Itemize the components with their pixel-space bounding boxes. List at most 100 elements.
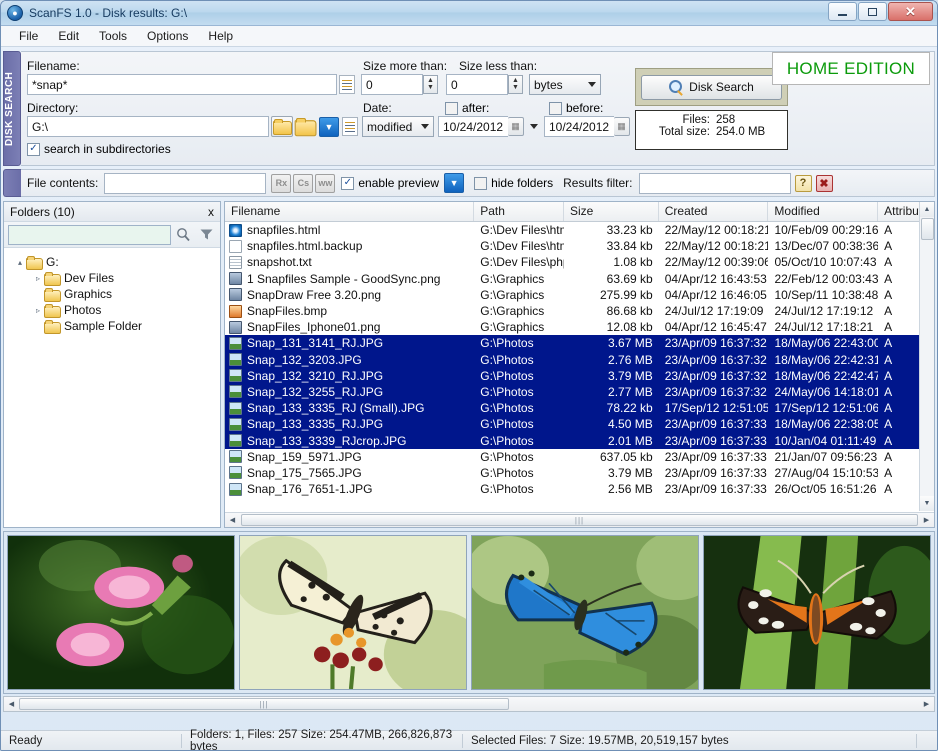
tree-node-photos[interactable]: ▹ Photos	[8, 302, 216, 318]
scroll-left-button[interactable]: ◀	[225, 513, 240, 527]
table-row[interactable]: Snap_132_3210_RJ.JPGG:\Photos3.79 MB23/A…	[225, 368, 934, 384]
table-row[interactable]: Snap_133_3335_RJ.JPGG:\Photos4.50 MB23/A…	[225, 416, 934, 432]
preview-thumbnail-1[interactable]	[7, 535, 235, 690]
contents-regex-button[interactable]: Rx	[271, 174, 291, 193]
preview-scroll-right-button[interactable]: ▶	[919, 697, 934, 711]
preview-thumbnail-4[interactable]	[703, 535, 931, 690]
after-date-calendar-icon[interactable]: ▦	[508, 117, 524, 136]
preview-options-button[interactable]: ▼	[444, 173, 464, 193]
contents-wholeword-button[interactable]: ww	[315, 174, 335, 193]
scroll-right-button[interactable]: ▶	[919, 513, 934, 527]
table-row[interactable]: SnapDraw Free 3.20.pngG:\Graphics275.99 …	[225, 287, 934, 303]
size-more-input[interactable]	[361, 74, 423, 95]
folders-filter-input[interactable]	[8, 225, 171, 245]
directory-history-icon[interactable]	[342, 117, 358, 136]
table-row[interactable]: 1 Snapfiles Sample - GoodSync.pngG:\Grap…	[225, 271, 934, 287]
horizontal-scroll-thumb[interactable]: |||	[241, 514, 918, 526]
directory-dropdown-button[interactable]: ▼	[319, 117, 339, 137]
preview-scroll-left-button[interactable]: ◀	[4, 697, 19, 711]
table-row[interactable]: Snap_176_7651-1.JPGG:\Photos2.56 MB23/Ap…	[225, 481, 934, 497]
column-header-modified[interactable]: Modified	[768, 202, 878, 221]
close-button[interactable]: ✕	[888, 2, 933, 21]
cell-modified: 27/Aug/04 15:10:53	[768, 466, 878, 480]
table-row[interactable]: SnapFiles.bmpG:\Graphics86.68 kb24/Jul/1…	[225, 303, 934, 319]
column-header-filename[interactable]: Filename	[225, 202, 474, 221]
tree-expander-icon[interactable]: ▴	[14, 258, 26, 267]
search-subdirectories-checkbox[interactable]: ✓ search in subdirectories	[27, 142, 171, 156]
menu-file[interactable]: File	[9, 27, 48, 45]
table-row[interactable]: Snap_132_3203.JPGG:\Photos2.76 MB23/Apr/…	[225, 352, 934, 368]
tree-expander-icon[interactable]: ▹	[32, 274, 44, 283]
magnifier-icon[interactable]	[174, 225, 194, 245]
filename-input[interactable]	[27, 74, 337, 95]
window-title: ScanFS 1.0 - Disk results: G:\	[29, 6, 187, 20]
results-horizontal-scrollbar[interactable]: ◀ ||| ▶	[225, 512, 934, 527]
directory-input[interactable]	[27, 116, 269, 137]
cell-created: 04/Apr/12 16:43:53	[659, 272, 769, 286]
menu-tools[interactable]: Tools	[89, 27, 137, 45]
after-checkbox[interactable]: ✓ after:	[445, 101, 549, 115]
open-folder-icon[interactable]	[295, 118, 316, 135]
filename-history-icon[interactable]	[339, 75, 355, 94]
before-date-input[interactable]	[544, 116, 614, 137]
browse-folder-button[interactable]	[271, 116, 293, 137]
disk-search-tab[interactable]: DISK SEARCH	[3, 51, 21, 166]
funnel-icon[interactable]	[197, 225, 217, 245]
cell-path: G:\Graphics	[474, 288, 564, 302]
table-row[interactable]: snapfiles.html.backupG:\Dev Files\html33…	[225, 238, 934, 254]
cell-size: 2.56 MB	[564, 482, 659, 496]
table-row[interactable]: Snap_175_7565.JPGG:\Photos3.79 MB23/Apr/…	[225, 465, 934, 481]
menu-edit[interactable]: Edit	[48, 27, 89, 45]
size-more-spinner[interactable]: ▲▼	[423, 75, 438, 94]
menu-options[interactable]: Options	[137, 27, 198, 45]
results-filter-clear-button[interactable]: ✖	[816, 175, 833, 192]
scroll-down-button[interactable]: ▼	[920, 496, 935, 511]
table-row[interactable]: Snap_133_3335_RJ (Small).JPGG:\Photos78.…	[225, 400, 934, 416]
results-filter-input[interactable]	[639, 173, 791, 194]
tree-node-sample-folder[interactable]: Sample Folder	[8, 318, 216, 334]
table-row[interactable]: snapfiles.htmlG:\Dev Files\html33.23 kb2…	[225, 222, 934, 238]
tree-node-dev-files[interactable]: ▹ Dev Files	[8, 270, 216, 286]
table-row[interactable]: Snap_131_3141_RJ.JPGG:\Photos3.67 MB23/A…	[225, 335, 934, 351]
preview-thumbnail-3[interactable]	[471, 535, 699, 690]
results-rows[interactable]: snapfiles.htmlG:\Dev Files\html33.23 kb2…	[225, 222, 934, 512]
file-contents-input[interactable]	[104, 173, 266, 194]
results-vertical-scrollbar[interactable]: ▲ ▼	[919, 202, 934, 511]
after-date-chevron-icon[interactable]	[530, 124, 538, 129]
after-date-input[interactable]	[438, 116, 508, 137]
table-row[interactable]: Snap_133_3339_RJcrop.JPGG:\Photos2.01 MB…	[225, 432, 934, 448]
preview-horizontal-scrollbar[interactable]: ◀ ||| ▶	[3, 696, 935, 712]
column-header-path[interactable]: Path	[474, 202, 564, 221]
table-row[interactable]: SnapFiles_Iphone01.pngG:\Graphics12.08 k…	[225, 319, 934, 335]
tree-expander-icon[interactable]: ▹	[32, 306, 44, 315]
disk-search-button[interactable]: Disk Search	[641, 75, 782, 100]
before-checkbox[interactable]: ✓ before:	[549, 101, 603, 115]
folders-close-button[interactable]: x	[208, 205, 214, 219]
date-type-combo[interactable]: modified	[362, 116, 434, 137]
minimize-button[interactable]	[828, 2, 857, 21]
preview-thumbnail-2[interactable]	[239, 535, 467, 690]
folder-icon	[44, 304, 60, 317]
results-filter-help-button[interactable]: ?	[795, 175, 812, 192]
size-less-input[interactable]	[446, 74, 508, 95]
table-row[interactable]: Snap_159_5971.JPGG:\Photos637.05 kb23/Ap…	[225, 449, 934, 465]
cell-created: 23/Apr/09 16:37:32	[659, 369, 769, 383]
column-header-size[interactable]: Size	[564, 202, 659, 221]
enable-preview-checkbox[interactable]: ✓ enable preview	[341, 176, 439, 190]
vertical-scroll-thumb[interactable]	[921, 218, 934, 240]
cell-created: 22/May/12 00:39:06	[659, 255, 769, 269]
tree-node-g[interactable]: ▴ G:	[8, 254, 216, 270]
column-header-created[interactable]: Created	[659, 202, 769, 221]
table-row[interactable]: snapshot.txtG:\Dev Files\php1.08 kb22/Ma…	[225, 254, 934, 270]
before-date-calendar-icon[interactable]: ▦	[614, 117, 630, 136]
table-row[interactable]: Snap_132_3255_RJ.JPGG:\Photos2.77 MB23/A…	[225, 384, 934, 400]
preview-scroll-thumb[interactable]: |||	[19, 698, 509, 710]
contents-case-button[interactable]: Cs	[293, 174, 313, 193]
maximize-button[interactable]	[858, 2, 887, 21]
size-less-spinner[interactable]: ▲▼	[508, 75, 523, 94]
menu-help[interactable]: Help	[198, 27, 243, 45]
tree-node-graphics[interactable]: Graphics	[8, 286, 216, 302]
scroll-up-button[interactable]: ▲	[920, 202, 935, 217]
hide-folders-checkbox[interactable]: ✓ hide folders	[474, 176, 553, 190]
size-unit-combo[interactable]: bytes	[529, 74, 601, 95]
